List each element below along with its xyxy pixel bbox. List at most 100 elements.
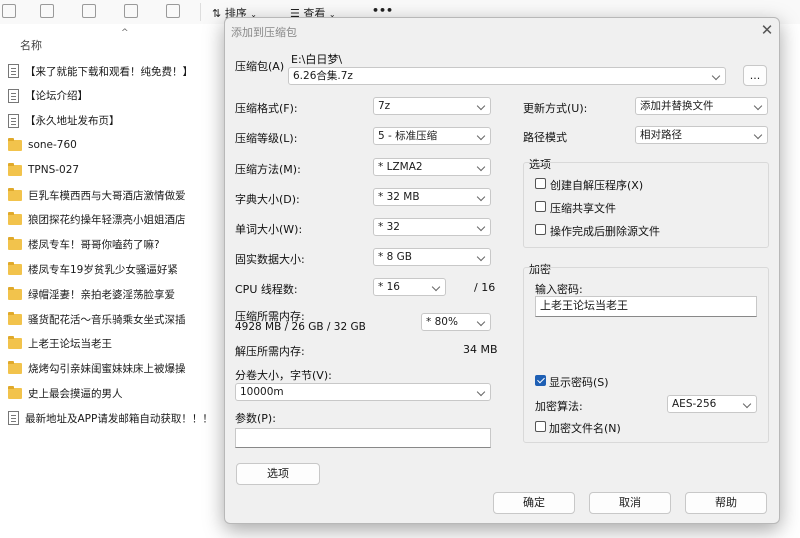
update-value: 添加并替换文件 [640, 100, 714, 112]
dict-value: * 32 MB [378, 191, 420, 203]
list-item-label: 最新地址及APP请发邮箱自动获取！！！ [25, 412, 213, 425]
level-value: 5 - 标准压缩 [378, 130, 438, 142]
delete-icon[interactable] [166, 4, 180, 18]
level-select[interactable]: 5 - 标准压缩 [373, 127, 491, 145]
document-icon [8, 88, 19, 103]
path-mode-select[interactable]: 相对路径 [635, 126, 768, 144]
word-select[interactable]: * 32 [373, 218, 491, 236]
solid-select[interactable]: * 8 GB [373, 248, 491, 266]
dict-select[interactable]: * 32 MB [373, 188, 491, 206]
list-item[interactable]: 骚货配花活～音乐骑乘女坐式深插 [8, 309, 186, 329]
column-header-name[interactable]: 名称 [20, 37, 42, 53]
chevron-down-icon [476, 131, 486, 141]
folder-icon [8, 336, 22, 350]
solid-value: * 8 GB [378, 251, 412, 263]
list-item[interactable]: 最新地址及APP请发邮箱自动获取！！！ [8, 408, 213, 428]
sort-icon: ⇅ [212, 7, 222, 20]
list-item[interactable]: 【来了就能下载和观看！纯免费！】 [8, 61, 193, 81]
list-item[interactable]: 绿帽淫妻！亲拍老婆淫荡脸享爱 [8, 284, 175, 304]
folder-icon [8, 162, 22, 176]
chevron-down-icon [431, 282, 441, 292]
list-item[interactable]: 楼凤专车19岁贫乳少女骚逼好紧 [8, 259, 178, 279]
list-item-label: 史上最会摸逼的男人 [28, 387, 123, 400]
more-button[interactable]: ••• [372, 4, 393, 17]
sort-ascending-icon: ^ [121, 28, 129, 38]
split-value: 10000m [240, 386, 284, 398]
format-select[interactable]: 7z [373, 97, 491, 115]
rename-icon[interactable] [82, 4, 96, 18]
share-icon[interactable] [124, 4, 138, 18]
split-select[interactable]: 10000m [235, 383, 491, 401]
encrypt-names-checkbox[interactable] [535, 421, 546, 432]
list-item[interactable]: sone-760 [8, 135, 77, 155]
chevron-down-icon [753, 101, 763, 111]
show-password-checkbox[interactable] [535, 375, 546, 386]
password-input[interactable]: 上老王论坛当老王 [535, 296, 757, 317]
show-password-label: 显示密码(S) [549, 376, 609, 389]
chevron-down-icon [476, 252, 486, 262]
chevron-down-icon [476, 101, 486, 111]
list-item[interactable]: TPNS-027 [8, 160, 79, 180]
word-value: * 32 [378, 221, 400, 233]
mem-usage-select[interactable]: * 80% [421, 313, 491, 331]
list-item-label: 巨乳车模西西与大哥酒店激情做爱 [28, 189, 186, 202]
method-select[interactable]: * LZMA2 [373, 158, 491, 176]
cancel-button[interactable]: 取消 [589, 492, 671, 514]
update-select[interactable]: 添加并替换文件 [635, 97, 768, 115]
split-label: 分卷大小，字节(V): [235, 369, 332, 382]
document-icon [8, 113, 19, 128]
list-item[interactable]: 【永久地址发布页】 [8, 111, 120, 131]
enc-method-select[interactable]: AES-256 [667, 395, 757, 413]
folder-icon [8, 237, 22, 251]
add-to-archive-dialog: 添加到压缩包 ✕ 压缩包(A) E:\白日梦\ 6.26合集.7z ... 压缩… [224, 17, 780, 524]
cpu-select[interactable]: * 16 [373, 278, 446, 296]
chevron-down-icon [711, 71, 721, 81]
list-item[interactable]: 史上最会摸逼的男人 [8, 383, 123, 403]
archive-name-value: 6.26合集.7z [293, 70, 353, 82]
archive-name-field[interactable]: 6.26合集.7z [288, 67, 726, 85]
dict-label: 字典大小(D): [235, 193, 300, 206]
toolbar-divider [200, 3, 201, 21]
delete-after-checkbox[interactable] [535, 224, 546, 235]
help-button[interactable]: 帮助 [685, 492, 767, 514]
list-item-label: 【永久地址发布页】 [25, 115, 120, 128]
folder-icon [8, 286, 22, 300]
chevron-down-icon [753, 130, 763, 140]
options-button[interactable]: 选项 [236, 463, 320, 485]
list-item[interactable]: 上老王论坛当老王 [8, 334, 112, 354]
list-item[interactable]: 烧烤勾引亲妹闺蜜妹妹床上被爆操 [8, 359, 186, 379]
cpu-value: * 16 [378, 281, 400, 293]
folder-icon [8, 361, 22, 375]
encrypt-names-label: 加密文件名(N) [549, 422, 621, 435]
delete-after-label: 操作完成后删除源文件 [550, 225, 660, 238]
list-item-label: 【论坛介绍】 [25, 90, 88, 103]
solid-label: 固实数据大小: [235, 253, 305, 266]
list-item[interactable]: 楼凤专车！哥哥你嗑药了嘛? [8, 235, 160, 255]
list-item-label: 绿帽淫妻！亲拍老婆淫荡脸享爱 [28, 288, 175, 301]
sfx-checkbox[interactable] [535, 178, 546, 189]
list-item[interactable]: 巨乳车模西西与大哥酒店激情做爱 [8, 185, 186, 205]
shared-label: 压缩共享文件 [550, 202, 616, 215]
shared-checkbox[interactable] [535, 201, 546, 212]
chevron-down-icon [476, 317, 486, 327]
enc-method-value: AES-256 [672, 398, 717, 410]
update-label: 更新方式(U): [523, 102, 588, 115]
list-item[interactable]: 狼团探花约操年轻漂亮小姐姐酒店 [8, 210, 186, 230]
list-item[interactable]: 【论坛介绍】 [8, 86, 88, 106]
password-label: 输入密码: [535, 283, 583, 296]
mem-comp-detail: 4928 MB / 26 GB / 32 GB [235, 321, 366, 333]
list-item-label: sone-760 [28, 139, 77, 152]
copy-icon[interactable] [2, 4, 16, 18]
list-item-label: TPNS-027 [28, 164, 80, 177]
archive-path: E:\白日梦\ [291, 53, 343, 66]
path-mode-value: 相对路径 [640, 129, 682, 141]
sfx-label: 创建自解压程序(X) [550, 179, 644, 192]
list-item-label: 楼凤专车19岁贫乳少女骚逼好紧 [28, 263, 178, 276]
mem-decomp-value: 34 MB [463, 343, 498, 356]
browse-button[interactable]: ... [743, 65, 767, 86]
params-input[interactable] [235, 428, 491, 448]
close-icon[interactable]: ✕ [757, 20, 777, 40]
ok-button[interactable]: 确定 [493, 492, 575, 514]
method-value: * LZMA2 [378, 161, 423, 173]
paste-icon[interactable] [40, 4, 54, 18]
